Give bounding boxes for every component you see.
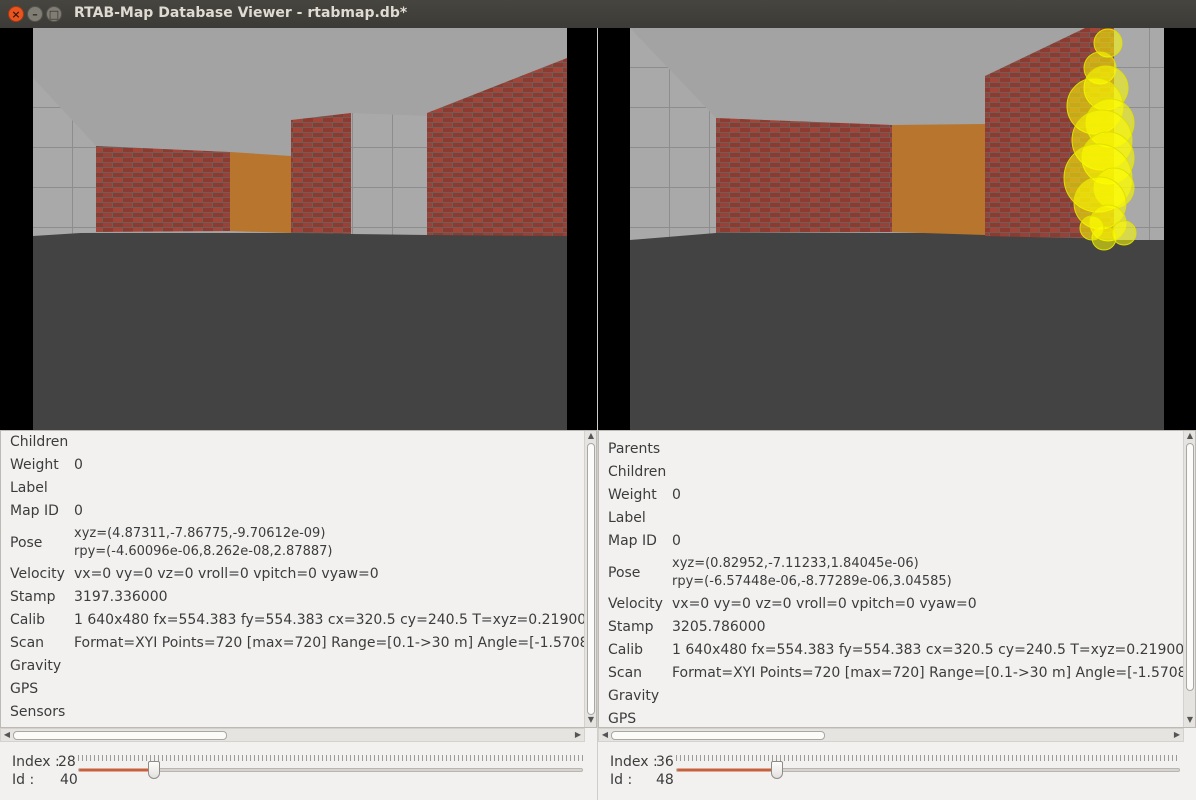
left-node-info-table: Children Weight 0 Label Map ID 0 Pose xyz=(… bbox=[0, 430, 597, 728]
info-key: Map ID bbox=[608, 533, 657, 549]
close-window-button[interactable]: × bbox=[8, 6, 24, 22]
info-key: Label bbox=[608, 510, 646, 526]
info-key: Children bbox=[10, 434, 69, 450]
scroll-right-icon[interactable]: ▶ bbox=[572, 730, 584, 739]
right-camera-image bbox=[598, 28, 1196, 430]
left-slider-handle[interactable] bbox=[147, 761, 160, 779]
window-title: RTAB-Map Database Viewer - rtabmap.db* bbox=[74, 5, 408, 21]
info-key: Scan bbox=[10, 635, 45, 651]
info-value: 0 bbox=[672, 487, 681, 503]
info-key: Velocity bbox=[10, 566, 65, 582]
left-vertical-scrollbar[interactable]: ▲ ▼ bbox=[584, 431, 596, 727]
maximize-window-button[interactable]: □ bbox=[46, 6, 62, 22]
info-value: 3197.336000 bbox=[74, 589, 168, 605]
title-bar: × – □ RTAB-Map Database Viewer - rtabmap… bbox=[0, 0, 1196, 28]
info-value: xyz=(4.87311,-7.86775,-9.70612e-09) bbox=[74, 526, 326, 541]
info-value: 3205.786000 bbox=[672, 619, 766, 635]
info-key: Calib bbox=[10, 612, 46, 628]
minimize-window-button[interactable]: – bbox=[27, 6, 43, 22]
info-key: Stamp bbox=[10, 589, 56, 605]
index-label: Index : bbox=[12, 754, 60, 770]
info-key: Pose bbox=[608, 565, 641, 581]
scroll-down-icon[interactable]: ▼ bbox=[1184, 715, 1195, 724]
scroll-up-icon[interactable]: ▲ bbox=[585, 431, 596, 440]
scrollbar-thumb[interactable] bbox=[611, 731, 825, 740]
info-value: 0 bbox=[74, 503, 83, 519]
info-key: Weight bbox=[10, 457, 59, 473]
scrollbar-thumb[interactable] bbox=[1186, 443, 1194, 691]
left-horizontal-scrollbar[interactable]: ◀ ▶ bbox=[0, 728, 585, 742]
slider-fill bbox=[79, 769, 155, 771]
info-value: 1 640x480 fx=554.383 fy=554.383 cx=320.5… bbox=[672, 642, 1196, 658]
right-vertical-scrollbar[interactable]: ▲ ▼ bbox=[1183, 431, 1195, 727]
info-value: vx=0 vy=0 vz=0 vroll=0 vpitch=0 vyaw=0 bbox=[672, 596, 977, 612]
right-scene-render bbox=[630, 28, 1164, 430]
info-value: 1 640x480 fx=554.383 fy=554.383 cx=320.5… bbox=[74, 612, 597, 628]
info-key: Sensors bbox=[10, 704, 66, 720]
info-value-line-2: rpy=(-6.57448e-06,-8.77289e-06,3.04585) bbox=[672, 574, 952, 589]
id-value: 48 bbox=[656, 772, 674, 788]
info-value-line-2: rpy=(-4.60096e-06,8.262e-08,2.87887) bbox=[74, 544, 333, 559]
scroll-left-icon[interactable]: ◀ bbox=[599, 730, 611, 739]
info-key: Weight bbox=[608, 487, 657, 503]
right-horizontal-scrollbar[interactable]: ◀ ▶ bbox=[598, 728, 1184, 742]
info-value: Format=XYI Points=720 [max=720] Range=[0… bbox=[672, 665, 1196, 681]
info-value: Format=XYI Points=720 [max=720] Range=[0… bbox=[74, 635, 597, 651]
scrollbar-thumb[interactable] bbox=[587, 443, 595, 715]
info-key: Children bbox=[608, 464, 667, 480]
id-label: Id : bbox=[12, 772, 35, 788]
scrollbar-thumb[interactable] bbox=[13, 731, 227, 740]
info-key: Map ID bbox=[10, 503, 59, 519]
close-icon: × bbox=[11, 8, 21, 21]
scroll-right-icon[interactable]: ▶ bbox=[1171, 730, 1183, 739]
info-value: xyz=(0.82952,-7.11233,1.84045e-06) bbox=[672, 556, 919, 571]
info-key: Pose bbox=[10, 535, 43, 551]
slider-fill bbox=[677, 769, 778, 771]
info-key: Gravity bbox=[10, 658, 62, 674]
left-node-panel: Children Weight 0 Label Map ID 0 Pose xyz=(… bbox=[0, 28, 597, 800]
right-node-slider[interactable] bbox=[676, 768, 1180, 772]
info-value: vx=0 vy=0 vz=0 vroll=0 vpitch=0 vyaw=0 bbox=[74, 566, 379, 582]
info-key: Scan bbox=[608, 665, 643, 681]
info-key: Parents bbox=[608, 441, 661, 457]
right-node-info-table: Parents Children Weight 0 Label Map ID 0 P… bbox=[598, 430, 1196, 728]
scroll-up-icon[interactable]: ▲ bbox=[1184, 431, 1195, 440]
info-key: Calib bbox=[608, 642, 644, 658]
scroll-left-icon[interactable]: ◀ bbox=[1, 730, 13, 739]
info-key: GPS bbox=[10, 681, 39, 697]
minimize-icon: – bbox=[32, 8, 38, 21]
slider-ticks bbox=[676, 755, 1180, 761]
scroll-down-icon[interactable]: ▼ bbox=[585, 715, 596, 724]
info-value: 0 bbox=[74, 457, 83, 473]
index-value: 28 bbox=[58, 754, 76, 770]
info-key: Gravity bbox=[608, 688, 660, 704]
right-node-panel: Parents Children Weight 0 Label Map ID 0 P… bbox=[598, 28, 1196, 800]
index-value: 36 bbox=[656, 754, 674, 770]
info-value: 0 bbox=[672, 533, 681, 549]
info-key: Label bbox=[10, 480, 48, 496]
info-key: GPS bbox=[608, 711, 637, 727]
id-value: 40 bbox=[60, 772, 78, 788]
left-scene-render bbox=[33, 28, 567, 430]
index-label: Index : bbox=[610, 754, 658, 770]
left-camera-image bbox=[0, 28, 597, 430]
id-label: Id : bbox=[610, 772, 633, 788]
maximize-icon: □ bbox=[48, 8, 60, 21]
info-key: Stamp bbox=[608, 619, 654, 635]
info-key: Velocity bbox=[608, 596, 663, 612]
right-slider-handle[interactable] bbox=[770, 761, 783, 779]
